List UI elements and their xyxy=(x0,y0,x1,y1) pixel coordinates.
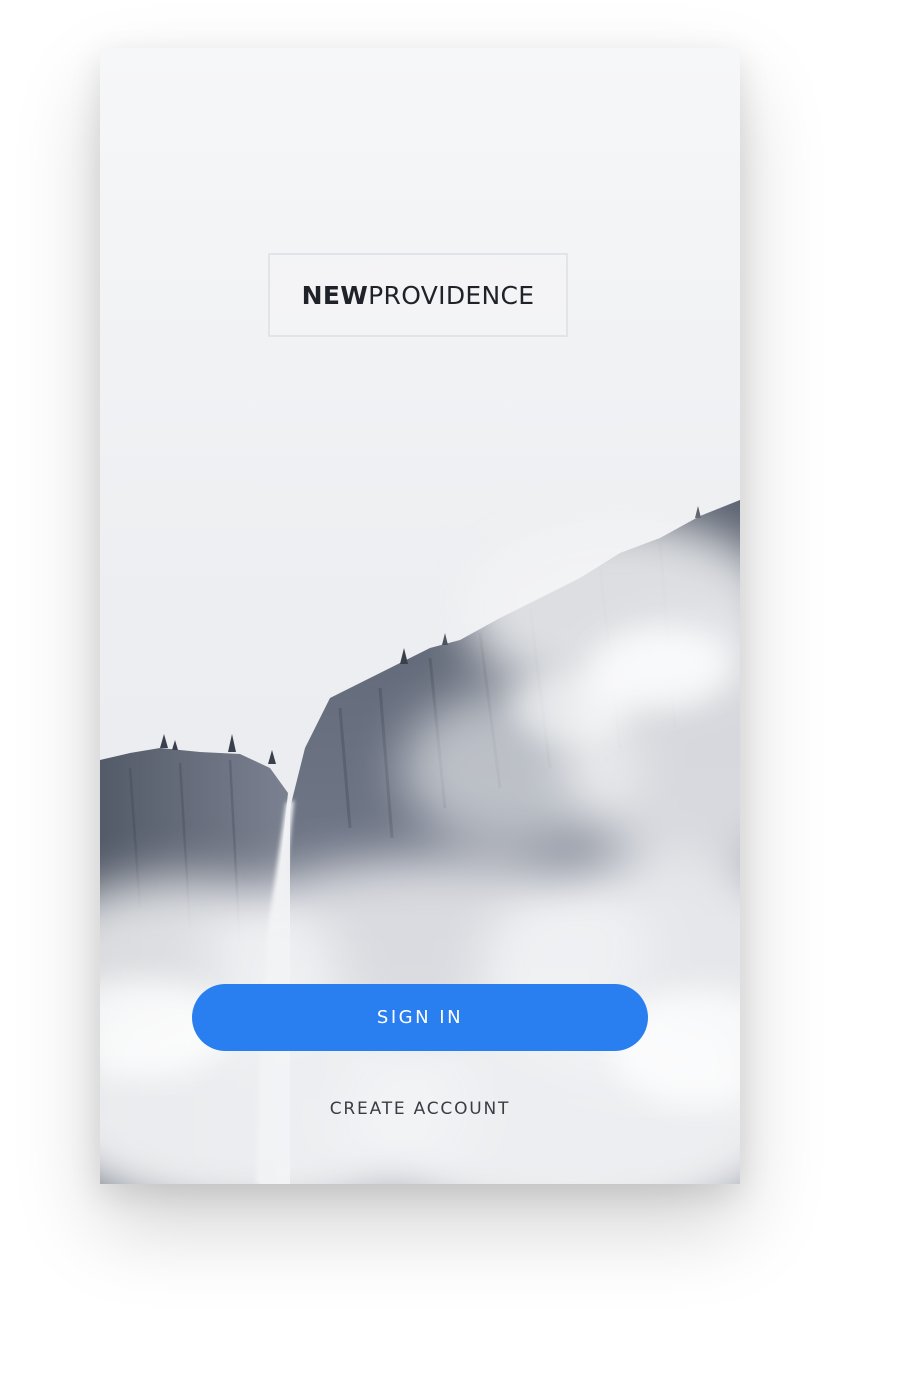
create-account-link[interactable]: CREATE ACCOUNT xyxy=(260,1094,580,1124)
sign-in-button[interactable]: SIGN IN xyxy=(192,984,648,1051)
logo-wordmark: NEWPROVIDENCE xyxy=(302,281,535,310)
logo-bold-part: NEW xyxy=(301,280,369,310)
page: NEWPROVIDENCE SIGN IN CREATE ACCOUNT xyxy=(0,0,902,1398)
phone-screen: NEWPROVIDENCE SIGN IN CREATE ACCOUNT xyxy=(100,48,740,1184)
logo: NEWPROVIDENCE xyxy=(268,253,568,337)
logo-light-part: PROVIDENCE xyxy=(368,280,535,310)
